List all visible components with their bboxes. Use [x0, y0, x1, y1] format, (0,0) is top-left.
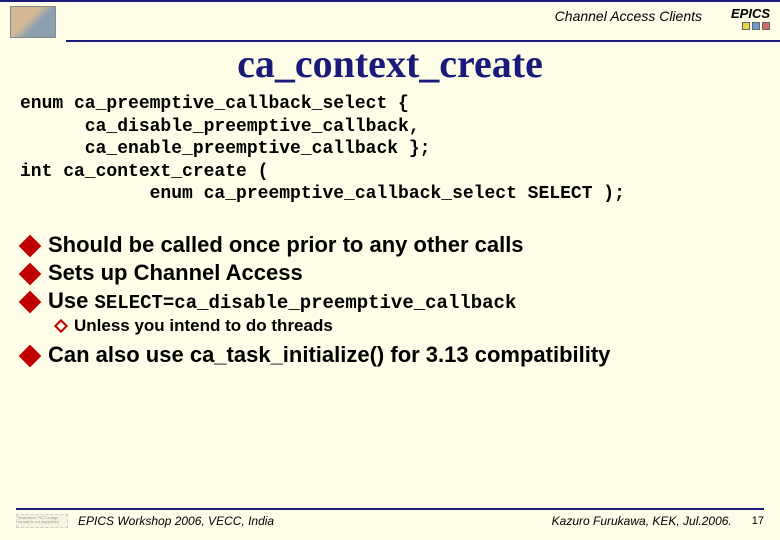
bullet-text: Sets up Channel Access	[48, 260, 303, 286]
diamond-bullet-icon	[19, 290, 42, 313]
diamond-bullet-icon	[19, 234, 42, 257]
slide-title: ca_context_create	[0, 40, 780, 87]
bullet-text: Can also use ca_task_initialize() for 3.…	[48, 342, 610, 368]
epics-logo-squares	[714, 22, 770, 30]
sub-bullet-text: Unless you intend to do threads	[74, 316, 333, 336]
footer-divider	[16, 508, 764, 510]
placeholder-image: Macintosh PICT image format is not suppo…	[16, 514, 68, 528]
diamond-bullet-icon	[19, 344, 42, 367]
bullet-item: Use SELECT=ca_disable_preemptive_callbac…	[22, 288, 758, 314]
header-topic: Channel Access Clients	[555, 8, 702, 24]
footer: Macintosh PICT image format is not suppo…	[0, 508, 780, 528]
epics-logo-text: EPICS	[714, 6, 770, 21]
code-block: enum ca_preemptive_callback_select { ca_…	[0, 93, 780, 206]
bullet-item: Can also use ca_task_initialize() for 3.…	[22, 342, 758, 368]
sub-bullet-item: Unless you intend to do threads	[56, 316, 758, 336]
bullet-item: Should be called once prior to any other…	[22, 232, 758, 258]
diamond-bullet-icon	[19, 262, 42, 285]
page-number: 17	[752, 515, 764, 527]
footer-right-text: Kazuro Furukawa, KEK, Jul.2006.	[552, 514, 732, 528]
footer-row: Macintosh PICT image format is not suppo…	[16, 514, 764, 528]
bullet-list: Should be called once prior to any other…	[0, 232, 780, 368]
inline-code: SELECT=ca_disable_preemptive_callback	[94, 292, 516, 314]
epics-logo: EPICS	[714, 6, 770, 30]
bullet-text: Should be called once prior to any other…	[48, 232, 524, 258]
bullet-item: Sets up Channel Access	[22, 260, 758, 286]
footer-left-text: EPICS Workshop 2006, VECC, India	[78, 514, 552, 528]
header: Channel Access Clients EPICS	[0, 2, 780, 40]
diamond-outline-bullet-icon	[54, 318, 68, 332]
emblem-image	[10, 6, 56, 38]
bullet-text: Use SELECT=ca_disable_preemptive_callbac…	[48, 288, 516, 314]
